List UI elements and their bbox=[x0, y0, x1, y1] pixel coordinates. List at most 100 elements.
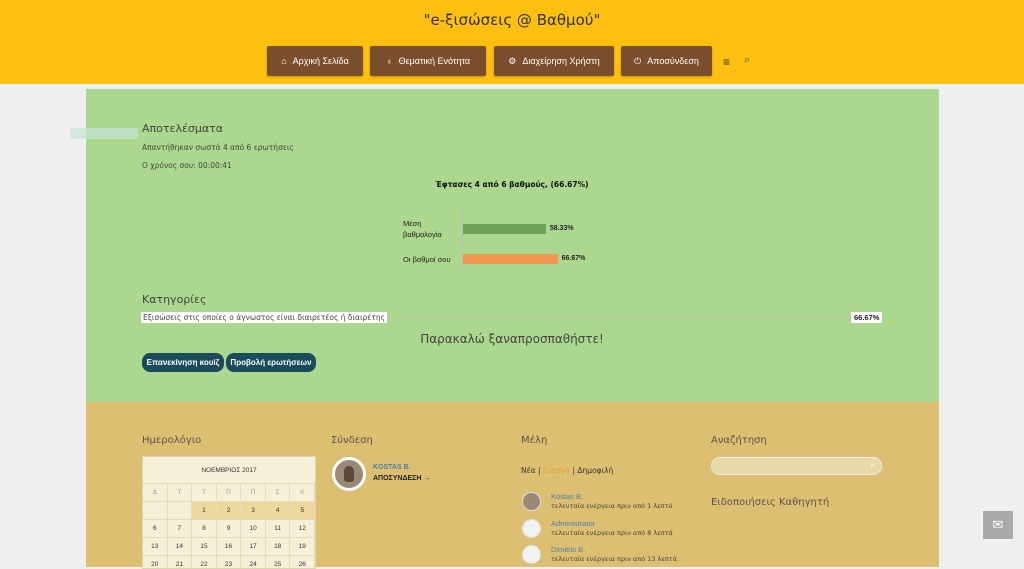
calendar-day[interactable]: 14 bbox=[168, 538, 193, 555]
calendar-day[interactable]: 19 bbox=[290, 538, 315, 555]
calendar-day[interactable]: 11 bbox=[266, 520, 291, 537]
chart-category-label: Μέση βαθμολογία bbox=[403, 219, 442, 239]
correct-answers-text: Απαντήθηκαν σωστά 4 από 6 ερωτήσεις bbox=[142, 143, 294, 152]
category-name: Εξισώσεις στις οποίες ο άγνωστος είναι δ… bbox=[141, 312, 387, 323]
calendar-day[interactable]: 16 bbox=[217, 538, 242, 555]
calendar-weekday: Κ bbox=[290, 484, 315, 501]
chart-value-label: 58.33% bbox=[549, 225, 574, 232]
category-score: 66.67% bbox=[851, 312, 883, 323]
filter-separator: | bbox=[538, 466, 541, 475]
member-activity: τελευταία ενέργεια πριν από 8 λεπτά bbox=[551, 529, 673, 537]
results-title: Αποτελέσματα bbox=[142, 122, 223, 135]
gears-icon: ⚙ bbox=[508, 55, 517, 66]
calendar-day[interactable]: 15 bbox=[192, 538, 217, 555]
calendar-day[interactable]: 24 bbox=[241, 556, 266, 568]
calendar-day bbox=[168, 502, 193, 519]
chart-value-label: 66.67% bbox=[561, 255, 586, 262]
calendar-day[interactable]: 9 bbox=[217, 520, 242, 537]
calendar-week: 20 21 22 23 24 25 26 bbox=[143, 556, 315, 568]
members-filter-new[interactable]: Νέα bbox=[521, 466, 536, 475]
calendar-week: 1 2 3 4 5 bbox=[143, 502, 315, 520]
logout-link[interactable]: ΑΠΟΣΥΝΔΕΣΗ → bbox=[373, 475, 430, 482]
calendar-weekday: Π bbox=[217, 484, 242, 501]
footer-search-input[interactable] bbox=[712, 459, 872, 478]
calendar-day[interactable]: 21 bbox=[168, 556, 193, 568]
member-avatar[interactable] bbox=[522, 492, 541, 511]
member-activity: τελευταία ενέργεια πριν από 1 λεπτό bbox=[551, 502, 673, 510]
nav-home-label: Αρχική Σελίδα bbox=[292, 56, 349, 66]
calendar-day[interactable]: 6 bbox=[143, 520, 168, 537]
search-icon[interactable]: ⌕ bbox=[744, 54, 750, 67]
calendar-day[interactable]: 17 bbox=[241, 538, 266, 555]
calendar-day bbox=[143, 502, 168, 519]
categories-title: Κατηγορίες bbox=[142, 293, 207, 306]
member-activity: τελευταία ενέργεια πριν από 13 λεπτά bbox=[551, 555, 677, 563]
calendar-week: 6 7 8 9 10 11 12 bbox=[143, 520, 315, 538]
calendar-day[interactable]: 7 bbox=[168, 520, 193, 537]
lightbulb-icon: ♁ bbox=[385, 56, 393, 66]
calendar-day[interactable]: 2 bbox=[216, 502, 242, 519]
view-questions-button[interactable]: Προβολή ερωτήσεων bbox=[226, 353, 316, 372]
calendar-week: 13 14 15 16 17 18 19 bbox=[143, 538, 315, 556]
chart-bar-average bbox=[463, 224, 546, 234]
envelope-icon: ✉ bbox=[992, 517, 1004, 532]
member-name[interactable]: Dimitris B. bbox=[551, 545, 585, 554]
logged-user-link[interactable]: KOSTAS B. bbox=[373, 464, 411, 471]
menu-icon[interactable]: ≡ bbox=[723, 55, 730, 69]
score-title: Έφτασες 4 από 6 βαθμούς, (66.67%) bbox=[435, 180, 589, 189]
calendar-day[interactable]: 23 bbox=[217, 556, 242, 568]
members-title: Μέλη bbox=[521, 435, 548, 446]
nav-home-button[interactable]: ⌂ Αρχική Σελίδα bbox=[267, 46, 363, 76]
filter-separator: | bbox=[572, 466, 575, 475]
members-filter-active[interactable]: Ενεργά bbox=[543, 466, 570, 475]
nav-user-admin-button[interactable]: ⚙ Διαχείρηση Χρήστη bbox=[494, 46, 614, 76]
calendar-day[interactable]: 1 bbox=[192, 502, 217, 519]
calendar-day[interactable]: 20 bbox=[143, 556, 168, 568]
member-name[interactable]: Kostas B. bbox=[551, 492, 583, 501]
nav-user-admin-label: Διαχείρηση Χρήστη bbox=[522, 56, 600, 66]
calendar-weekday: Τ bbox=[192, 484, 217, 501]
calendar-day[interactable]: 22 bbox=[192, 556, 217, 568]
restart-quiz-button[interactable]: Επανεκίνηση κουίζ bbox=[142, 353, 224, 372]
calendar-weekday: Δ bbox=[143, 484, 168, 501]
calendar-weekday: Σ bbox=[266, 484, 291, 501]
calendar-widget: ΝΟΕΜΒΡΙΟΣ 2017 Δ Τ Τ Π Π Σ Κ 1 2 3 4 5 6… bbox=[142, 456, 316, 569]
calendar-weekdays: Δ Τ Τ Π Π Σ Κ bbox=[143, 484, 315, 502]
calendar-weekday: Τ bbox=[168, 484, 193, 501]
nav-logout-button[interactable]: ⏻ Αποσύνδεση bbox=[621, 46, 712, 76]
calendar-month: ΝΟΕΜΒΡΙΟΣ 2017 bbox=[143, 457, 315, 484]
login-title: Σύνδεση bbox=[331, 435, 373, 446]
time-text: Ο χρόνος σου: 00:00:41 bbox=[142, 161, 232, 170]
calendar-weekday: Π bbox=[241, 484, 266, 501]
search-title: Αναζήτηση bbox=[711, 435, 767, 446]
member-avatar[interactable] bbox=[522, 519, 541, 538]
search-icon[interactable]: ⌕ bbox=[870, 460, 875, 471]
nav-logout-label: Αποσύνδεση bbox=[647, 56, 699, 66]
members-filter-popular[interactable]: Δημοφιλή bbox=[577, 466, 613, 475]
calendar-title: Ημερολόγιο bbox=[142, 435, 202, 446]
nav-topic-label: Θεματική Ενότητα bbox=[398, 56, 471, 66]
calendar-day[interactable]: 4 bbox=[265, 502, 291, 519]
member-avatar[interactable] bbox=[522, 545, 541, 564]
calendar-day[interactable]: 18 bbox=[266, 538, 291, 555]
calendar-day[interactable]: 8 bbox=[192, 520, 217, 537]
members-filters: Νέα | Ενεργά | Δημοφιλή bbox=[521, 466, 613, 475]
calendar-day[interactable]: 5 bbox=[290, 502, 315, 519]
calendar-day[interactable]: 12 bbox=[290, 520, 315, 537]
calendar-day[interactable]: 25 bbox=[266, 556, 291, 568]
power-icon: ⏻ bbox=[634, 55, 642, 66]
calendar-day[interactable]: 10 bbox=[241, 520, 266, 537]
calendar-day[interactable]: 3 bbox=[241, 502, 266, 519]
teacher-notifications-title: Ειδοποιήσεις Καθηγητή bbox=[711, 497, 830, 508]
chart-category-label: Οι βαθμοί σου bbox=[403, 255, 451, 264]
calendar-day[interactable]: 13 bbox=[143, 538, 168, 555]
site-title: "e-ξισώσεις @ Βαθμού" bbox=[423, 11, 601, 29]
member-name[interactable]: Administrator bbox=[551, 519, 595, 528]
contact-mail-button[interactable]: ✉ bbox=[983, 511, 1013, 539]
user-avatar bbox=[332, 457, 366, 491]
footer-search: ⌕ bbox=[711, 457, 882, 478]
calendar-day[interactable]: 26 bbox=[290, 556, 315, 568]
retry-message: Παρακαλώ ξαναπροσπαθήστε! bbox=[420, 332, 604, 346]
nav-topic-button[interactable]: ♁ Θεματική Ενότητα bbox=[370, 46, 486, 76]
faded-link bbox=[70, 128, 138, 139]
